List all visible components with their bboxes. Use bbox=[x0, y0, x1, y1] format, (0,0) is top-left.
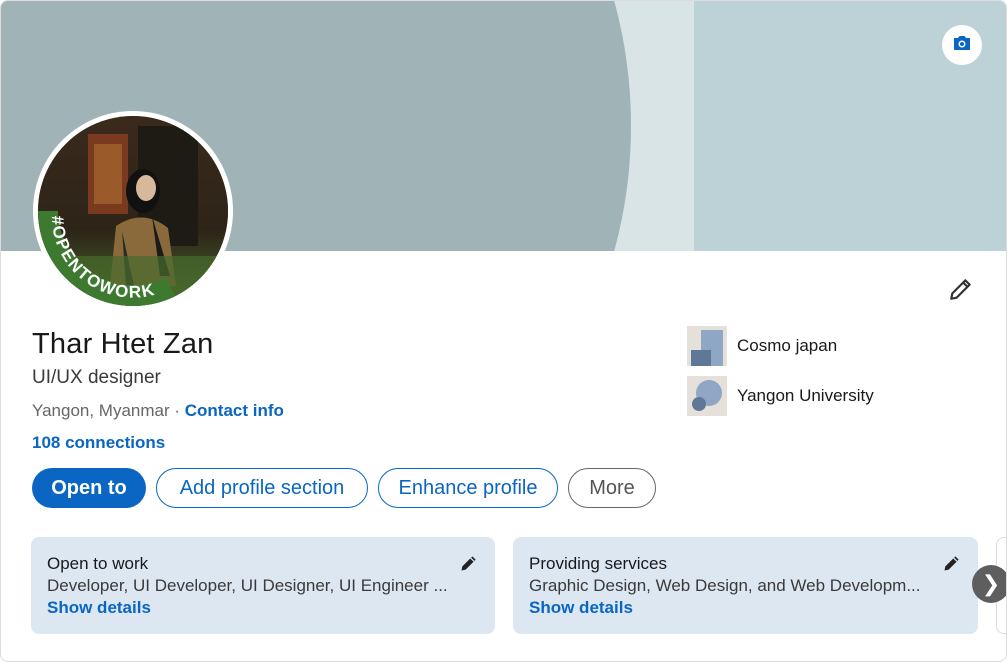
separator: · bbox=[169, 401, 185, 420]
feature-description: Developer, UI Developer, UI Designer, UI… bbox=[47, 576, 448, 595]
carousel-next-button[interactable]: ❯ bbox=[972, 565, 1006, 603]
add-profile-section-button[interactable]: Add profile section bbox=[156, 468, 368, 508]
company-logo bbox=[687, 326, 727, 366]
edit-banner-button[interactable] bbox=[942, 25, 982, 65]
enhance-profile-button[interactable]: Enhance profile bbox=[378, 468, 558, 508]
open-to-work-card[interactable]: Open to work Developer, UI Developer, UI… bbox=[31, 537, 495, 634]
chevron-right-icon: ❯ bbox=[981, 571, 1001, 596]
open-to-button[interactable]: Open to bbox=[32, 468, 146, 508]
school-logo bbox=[687, 376, 727, 416]
connections-link[interactable]: 108 connections bbox=[32, 433, 165, 453]
pencil-icon bbox=[948, 276, 974, 307]
pencil-icon[interactable] bbox=[942, 553, 962, 573]
org-name: Cosmo japan bbox=[737, 336, 838, 355]
feature-title: Providing services bbox=[529, 554, 667, 573]
feature-title: Open to work bbox=[47, 554, 149, 573]
location-row: Yangon, Myanmar · Contact info bbox=[32, 401, 284, 421]
profile-name: Thar Htet Zan bbox=[32, 328, 214, 360]
show-details-link[interactable]: Show details bbox=[529, 598, 633, 618]
show-details-link[interactable]: Show details bbox=[47, 598, 151, 618]
profile-location: Yangon, Myanmar bbox=[32, 401, 170, 420]
profile-headline: UI/UX designer bbox=[32, 367, 161, 388]
more-button[interactable]: More bbox=[568, 468, 656, 508]
profile-card: #OPENTOWORK Thar Htet Zan UI/UX designer… bbox=[0, 0, 1007, 662]
edit-profile-button[interactable] bbox=[941, 271, 981, 311]
avatar-photo: #OPENTOWORK bbox=[38, 116, 228, 306]
org-item-cosmo-japan[interactable]: Cosmo japan bbox=[687, 326, 837, 366]
camera-icon bbox=[952, 34, 972, 57]
org-name: Yangon University bbox=[737, 386, 874, 405]
profile-avatar[interactable]: #OPENTOWORK bbox=[33, 111, 233, 311]
org-item-yangon-university[interactable]: Yangon University bbox=[687, 376, 874, 416]
pencil-icon[interactable] bbox=[459, 553, 479, 573]
contact-info-link[interactable]: Contact info bbox=[185, 401, 284, 420]
feature-description: Graphic Design, Web Design, and Web Deve… bbox=[529, 576, 921, 595]
providing-services-card[interactable]: Providing services Graphic Design, Web D… bbox=[513, 537, 978, 634]
